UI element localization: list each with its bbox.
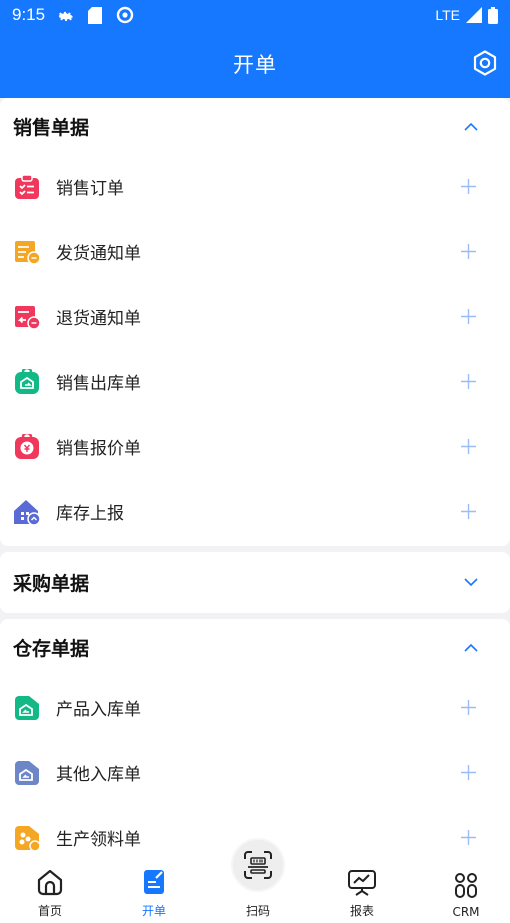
sales-quote-icon: [13, 433, 41, 461]
status-time: 9:15: [12, 5, 46, 24]
scan-button[interactable]: [231, 838, 285, 892]
shipping-notice-icon: [13, 238, 41, 266]
section-sales-docs: 销售单据 销售订单 发货通知单 退货通知单 销售出库单 销售报价单 库存上报: [0, 98, 510, 546]
item-label: 销售订单: [56, 179, 124, 199]
chevron-up-icon[interactable]: [463, 118, 479, 134]
section-header-purchase[interactable]: 采购单据: [0, 552, 510, 613]
plus-icon[interactable]: [460, 439, 476, 455]
section-header-sales[interactable]: 销售单据: [0, 98, 510, 154]
item-label: 生产领料单: [56, 830, 141, 850]
tab-label: 报表: [349, 904, 374, 918]
section-purchase-docs: 采购单据: [0, 552, 510, 613]
return-notice-icon: [13, 303, 41, 331]
status-bar: 9:15 LTE: [0, 0, 510, 30]
item-label: 库存上报: [56, 504, 124, 524]
plus-icon[interactable]: [460, 765, 476, 781]
section-title: 销售单据: [13, 116, 90, 139]
tab-create-order[interactable]: 开单: [119, 852, 189, 923]
tab-label: 扫码: [245, 904, 270, 918]
plus-icon[interactable]: [460, 830, 476, 846]
list-item-other-inbound[interactable]: 其他入库单: [0, 740, 510, 805]
product-inbound-icon: [13, 694, 41, 722]
item-label: 销售出库单: [56, 374, 141, 394]
chevron-up-icon[interactable]: [463, 639, 479, 655]
signal-icon: [466, 7, 482, 23]
tab-label: 开单: [141, 904, 166, 918]
tab-label: 首页: [37, 904, 62, 918]
report-icon: [348, 870, 376, 896]
sales-order-icon: [13, 173, 41, 201]
plus-icon[interactable]: [460, 700, 476, 716]
item-label: 发货通知单: [56, 244, 141, 264]
sd-card-icon: [88, 6, 103, 24]
material-requisition-icon: [13, 824, 41, 852]
sync-status-icon: [116, 6, 134, 24]
section-title: 仓存单据: [13, 637, 90, 660]
plus-icon[interactable]: [460, 309, 476, 325]
settings-icon: [473, 50, 497, 76]
item-label: 其他入库单: [56, 765, 141, 785]
chevron-down-icon[interactable]: [463, 575, 479, 591]
item-label: 退货通知单: [56, 309, 141, 329]
section-title: 采购单据: [13, 573, 90, 595]
document-edit-icon: [144, 870, 164, 894]
item-label: 产品入库单: [56, 700, 141, 720]
tab-report[interactable]: 报表: [327, 852, 397, 923]
tab-crm[interactable]: CRM: [431, 852, 501, 923]
sales-outbound-icon: [13, 368, 41, 396]
gear-status-icon: [57, 7, 74, 24]
plus-icon[interactable]: [460, 504, 476, 520]
section-warehouse-docs: 仓存单据 产品入库单 其他入库单 生产领料单: [0, 619, 510, 859]
app-header: 开单: [0, 30, 510, 98]
list-item-product-inbound[interactable]: 产品入库单: [0, 675, 510, 740]
scan-icon: [244, 851, 272, 879]
list-item-inventory-report[interactable]: 库存上报: [0, 479, 510, 544]
tab-label: CRM: [452, 905, 480, 919]
battery-icon: [488, 6, 498, 24]
network-type: LTE: [435, 7, 460, 23]
list-item-sales-order[interactable]: 销售订单: [0, 154, 510, 219]
list-item-sales-outbound[interactable]: 销售出库单: [0, 349, 510, 414]
plus-icon[interactable]: [460, 244, 476, 260]
other-inbound-icon: [13, 759, 41, 787]
item-label: 销售报价单: [56, 439, 141, 459]
home-icon: [37, 869, 63, 896]
crm-icon: [455, 873, 477, 898]
page-title: 开单: [233, 53, 277, 77]
settings-button[interactable]: [470, 48, 500, 78]
list-item-shipping-notice[interactable]: 发货通知单: [0, 219, 510, 284]
list-item-return-notice[interactable]: 退货通知单: [0, 284, 510, 349]
inventory-report-icon: [13, 498, 41, 526]
section-header-warehouse[interactable]: 仓存单据: [0, 619, 510, 675]
plus-icon[interactable]: [460, 179, 476, 195]
list-item-sales-quote[interactable]: 销售报价单: [0, 414, 510, 479]
status-right: LTE: [435, 6, 498, 24]
tab-home[interactable]: 首页: [15, 852, 85, 923]
plus-icon[interactable]: [460, 374, 476, 390]
